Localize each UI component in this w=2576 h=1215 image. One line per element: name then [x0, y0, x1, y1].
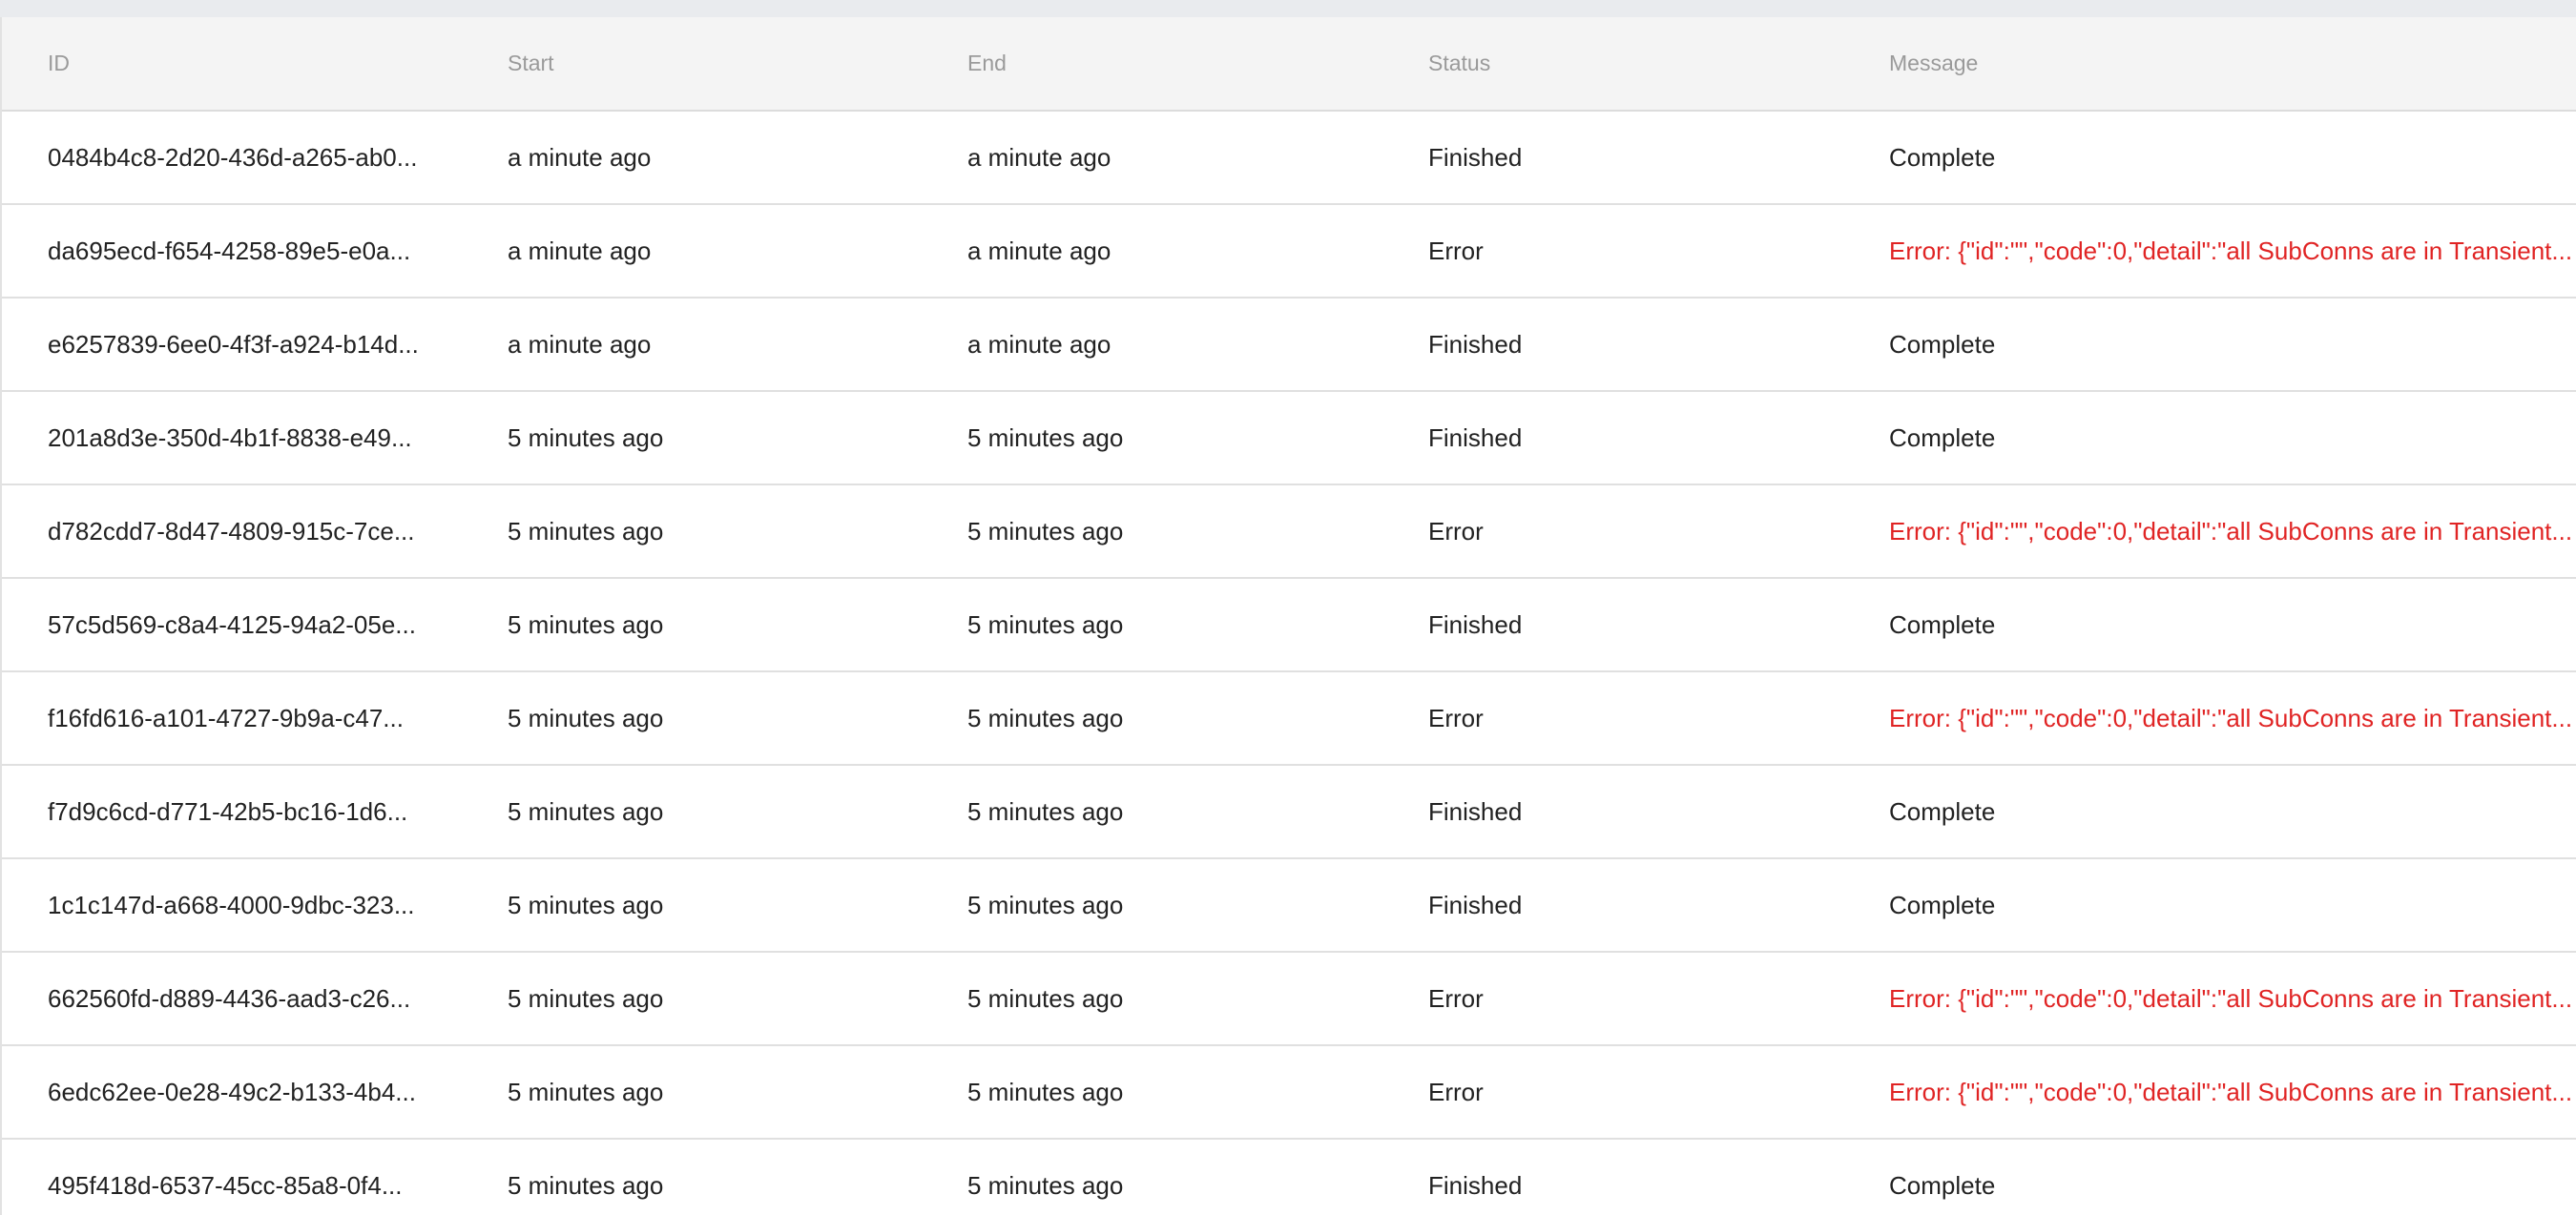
- cell-message: Complete: [1843, 111, 2576, 205]
- cell-message: Complete: [1843, 1139, 2576, 1215]
- cell-end: a minute ago: [922, 204, 1382, 299]
- top-bar: [0, 0, 2576, 17]
- cell-end: 5 minutes ago: [922, 391, 1382, 485]
- table-row[interactable]: f7d9c6cd-d771-42b5-bc16-1d6... 5 minutes …: [2, 765, 2576, 859]
- cell-status: Finished: [1382, 1139, 1843, 1215]
- cell-end: a minute ago: [922, 298, 1382, 392]
- table-row[interactable]: f16fd616-a101-4727-9b9a-c47... 5 minutes …: [2, 671, 2576, 766]
- cell-end: a minute ago: [922, 111, 1382, 205]
- cell-status: Finished: [1382, 298, 1843, 392]
- cell-status: Finished: [1382, 578, 1843, 672]
- cell-end: 5 minutes ago: [922, 952, 1382, 1046]
- cell-start: a minute ago: [462, 298, 922, 392]
- cell-id: 0484b4c8-2d20-436d-a265-ab0...: [2, 111, 462, 205]
- cell-start: 5 minutes ago: [462, 952, 922, 1046]
- cell-status: Error: [1382, 204, 1843, 299]
- cell-status: Error: [1382, 671, 1843, 766]
- header-row: ID Start End Status Message: [2, 17, 2576, 112]
- cell-start: 5 minutes ago: [462, 578, 922, 672]
- runs-table: ID Start End Status Message 0484b4c8-2d2…: [2, 17, 2576, 1215]
- table-body: 0484b4c8-2d20-436d-a265-ab0... a minute a…: [2, 111, 2576, 1215]
- table-row[interactable]: 201a8d3e-350d-4b1f-8838-e49... 5 minutes …: [2, 391, 2576, 485]
- cell-start: 5 minutes ago: [462, 765, 922, 859]
- cell-message: Complete: [1843, 578, 2576, 672]
- cell-status: Finished: [1382, 111, 1843, 205]
- cell-id: 6edc62ee-0e28-49c2-b133-4b4...: [2, 1045, 462, 1140]
- table-row[interactable]: 0484b4c8-2d20-436d-a265-ab0... a minute a…: [2, 111, 2576, 205]
- cell-message: Complete: [1843, 765, 2576, 859]
- cell-id: 495f418d-6537-45cc-85a8-0f4...: [2, 1139, 462, 1215]
- cell-message: Error: {"id":"","code":0,"detail":"all S…: [1843, 952, 2576, 1046]
- cell-end: 5 minutes ago: [922, 1045, 1382, 1140]
- table-header: ID Start End Status Message: [2, 17, 2576, 112]
- cell-status: Error: [1382, 1045, 1843, 1140]
- column-header-start[interactable]: Start: [462, 17, 922, 112]
- column-header-message[interactable]: Message: [1843, 17, 2576, 112]
- cell-message: Error: {"id":"","code":0,"detail":"all S…: [1843, 204, 2576, 299]
- cell-id: e6257839-6ee0-4f3f-a924-b14d...: [2, 298, 462, 392]
- cell-message: Complete: [1843, 858, 2576, 953]
- runs-table-container: ID Start End Status Message 0484b4c8-2d2…: [0, 17, 2576, 1215]
- table-row[interactable]: 1c1c147d-a668-4000-9dbc-323... 5 minutes …: [2, 858, 2576, 953]
- cell-start: 5 minutes ago: [462, 1139, 922, 1215]
- cell-end: 5 minutes ago: [922, 765, 1382, 859]
- cell-status: Error: [1382, 484, 1843, 579]
- table-row[interactable]: 662560fd-d889-4436-aad3-c26... 5 minutes …: [2, 952, 2576, 1046]
- cell-id: 662560fd-d889-4436-aad3-c26...: [2, 952, 462, 1046]
- cell-end: 5 minutes ago: [922, 1139, 1382, 1215]
- cell-end: 5 minutes ago: [922, 671, 1382, 766]
- cell-id: f7d9c6cd-d771-42b5-bc16-1d6...: [2, 765, 462, 859]
- cell-message: Error: {"id":"","code":0,"detail":"all S…: [1843, 671, 2576, 766]
- cell-end: 5 minutes ago: [922, 858, 1382, 953]
- cell-id: 57c5d569-c8a4-4125-94a2-05e...: [2, 578, 462, 672]
- column-header-status[interactable]: Status: [1382, 17, 1843, 112]
- cell-message: Complete: [1843, 298, 2576, 392]
- cell-start: 5 minutes ago: [462, 1045, 922, 1140]
- column-header-end[interactable]: End: [922, 17, 1382, 112]
- table-row[interactable]: 6edc62ee-0e28-49c2-b133-4b4... 5 minutes …: [2, 1045, 2576, 1140]
- cell-id: d782cdd7-8d47-4809-915c-7ce...: [2, 484, 462, 579]
- cell-start: 5 minutes ago: [462, 391, 922, 485]
- cell-id: 201a8d3e-350d-4b1f-8838-e49...: [2, 391, 462, 485]
- cell-start: 5 minutes ago: [462, 858, 922, 953]
- cell-status: Error: [1382, 952, 1843, 1046]
- cell-status: Finished: [1382, 391, 1843, 485]
- table-row[interactable]: e6257839-6ee0-4f3f-a924-b14d... a minute …: [2, 298, 2576, 392]
- table-row[interactable]: d782cdd7-8d47-4809-915c-7ce... 5 minutes …: [2, 484, 2576, 579]
- cell-end: 5 minutes ago: [922, 484, 1382, 579]
- cell-message: Error: {"id":"","code":0,"detail":"all S…: [1843, 484, 2576, 579]
- cell-message: Error: {"id":"","code":0,"detail":"all S…: [1843, 1045, 2576, 1140]
- cell-start: 5 minutes ago: [462, 671, 922, 766]
- cell-end: 5 minutes ago: [922, 578, 1382, 672]
- cell-status: Finished: [1382, 858, 1843, 953]
- cell-message: Complete: [1843, 391, 2576, 485]
- table-row[interactable]: 57c5d569-c8a4-4125-94a2-05e... 5 minutes …: [2, 578, 2576, 672]
- cell-id: da695ecd-f654-4258-89e5-e0a...: [2, 204, 462, 299]
- cell-id: f16fd616-a101-4727-9b9a-c47...: [2, 671, 462, 766]
- column-header-id[interactable]: ID: [2, 17, 462, 112]
- cell-id: 1c1c147d-a668-4000-9dbc-323...: [2, 858, 462, 953]
- cell-status: Finished: [1382, 765, 1843, 859]
- table-row[interactable]: 495f418d-6537-45cc-85a8-0f4... 5 minutes …: [2, 1139, 2576, 1215]
- cell-start: 5 minutes ago: [462, 484, 922, 579]
- table-row[interactable]: da695ecd-f654-4258-89e5-e0a... a minute a…: [2, 204, 2576, 299]
- cell-start: a minute ago: [462, 204, 922, 299]
- cell-start: a minute ago: [462, 111, 922, 205]
